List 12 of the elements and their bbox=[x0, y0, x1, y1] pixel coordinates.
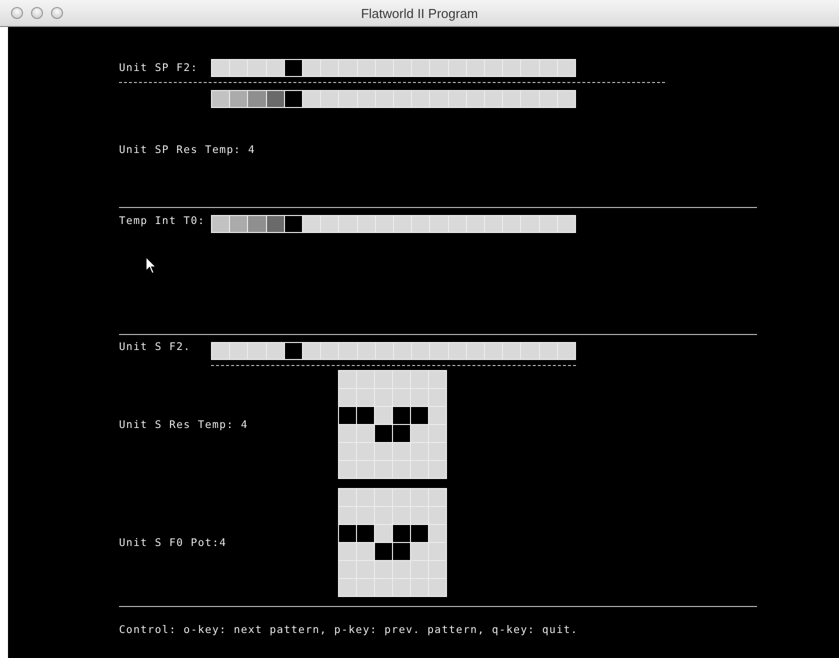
close-button[interactable] bbox=[11, 7, 23, 19]
field-label: Unit SP Res Temp: 4 bbox=[119, 143, 256, 157]
minimize-button[interactable] bbox=[31, 7, 43, 19]
zoom-button[interactable] bbox=[51, 7, 63, 19]
field-label: Unit S F0 Pot:4 bbox=[119, 536, 228, 550]
window-title: Flatworld II Program bbox=[360, 6, 478, 20]
field-label: Unit SP F2: bbox=[119, 61, 199, 75]
status-text: Control: o-key: next pattern, p-key: prev. pattern, q-key: quit. bbox=[119, 623, 579, 637]
pointer-icon bbox=[145, 256, 157, 275]
field-label: Unit S Res Temp: 4 bbox=[119, 418, 250, 432]
field-label: Unit S F2. bbox=[119, 340, 192, 354]
field-label: Temp Int T0: bbox=[119, 214, 206, 228]
